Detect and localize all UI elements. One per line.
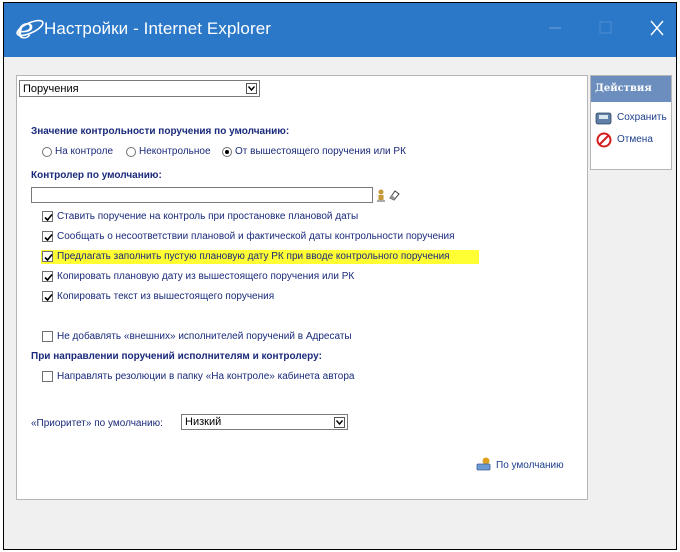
checkbox-copy-text[interactable] bbox=[42, 291, 53, 302]
controller-input[interactable] bbox=[31, 187, 373, 203]
checkbox-set-control-on-date-label: Ставить поручение на контроль при проста… bbox=[57, 211, 359, 222]
radio-uncontrolled-label: Неконтрольное bbox=[139, 146, 211, 157]
checkbox-no-external-executors-label: Не добавлять «внешних» исполнителей пору… bbox=[57, 331, 352, 342]
checkbox-send-resolutions[interactable] bbox=[42, 371, 53, 382]
checkbox-suggest-fill-date-label: Предлагать заполнить пустую плановую дат… bbox=[57, 251, 450, 262]
person-select-icon[interactable] bbox=[376, 188, 386, 207]
checkbox-copy-planned-date-label: Копировать плановую дату из вышестоящего… bbox=[57, 271, 355, 282]
actions-header: Действия bbox=[591, 76, 671, 102]
checkbox-suggest-fill-date[interactable] bbox=[42, 251, 53, 262]
save-label: Сохранить bbox=[617, 112, 667, 123]
actions-panel: Действия Сохранить Отмена bbox=[590, 75, 672, 170]
chevron-down-icon[interactable] bbox=[334, 417, 345, 428]
checkbox-report-date-mismatch[interactable] bbox=[42, 231, 53, 242]
title-bar: e Настройки - Internet Explorer bbox=[4, 3, 676, 57]
reset-defaults-icon[interactable] bbox=[475, 456, 493, 477]
radio-uncontrolled[interactable] bbox=[126, 147, 136, 157]
cancel-icon bbox=[595, 131, 613, 152]
priority-select-value: Низкий bbox=[185, 416, 222, 428]
priority-select[interactable]: Низкий bbox=[181, 414, 348, 430]
close-button[interactable] bbox=[640, 13, 674, 43]
checkbox-report-date-mismatch-label: Сообщать о несоответствии плановой и фак… bbox=[57, 231, 455, 242]
eraser-icon[interactable] bbox=[388, 188, 400, 206]
mode-select-value: Поручения bbox=[23, 83, 79, 95]
priority-label: «Приоритет» по умолчанию: bbox=[31, 418, 163, 429]
save-icon bbox=[595, 109, 613, 130]
cancel-label: Отмена bbox=[617, 134, 653, 145]
close-icon bbox=[650, 20, 664, 36]
checkbox-copy-planned-date[interactable] bbox=[42, 271, 53, 282]
sending-heading: При направлении поручений исполнителям и… bbox=[31, 351, 322, 362]
chevron-down-icon[interactable] bbox=[246, 83, 257, 94]
controller-heading: Контролер по умолчанию: bbox=[31, 170, 162, 181]
checkbox-copy-text-label: Копировать текст из вышестоящего поручен… bbox=[57, 291, 275, 302]
radio-from-parent[interactable] bbox=[222, 147, 232, 157]
internet-explorer-icon: e bbox=[14, 12, 44, 45]
window-title: Настройки - Internet Explorer bbox=[44, 19, 272, 38]
minimize-button[interactable] bbox=[538, 13, 572, 43]
ie-window: e Настройки - Internet Explorer Поручени… bbox=[3, 2, 677, 550]
checkbox-send-resolutions-label: Направлять резолюции в папку «На контрол… bbox=[57, 371, 355, 382]
settings-panel: Поручения Значение контрольности поручен… bbox=[16, 75, 588, 500]
radio-on-control-label: На контроле bbox=[55, 146, 114, 157]
control-default-heading: Значение контрольности поручения по умол… bbox=[31, 126, 290, 137]
radio-on-control[interactable] bbox=[42, 147, 52, 157]
checkbox-set-control-on-date[interactable] bbox=[42, 211, 53, 222]
reset-defaults-link[interactable]: По умолчанию bbox=[496, 460, 564, 471]
checkbox-no-external-executors[interactable] bbox=[42, 331, 53, 342]
maximize-button[interactable] bbox=[589, 13, 623, 43]
radio-from-parent-label: От вышестоящего поручения или РК bbox=[235, 146, 406, 157]
mode-select[interactable]: Поручения bbox=[19, 80, 260, 97]
